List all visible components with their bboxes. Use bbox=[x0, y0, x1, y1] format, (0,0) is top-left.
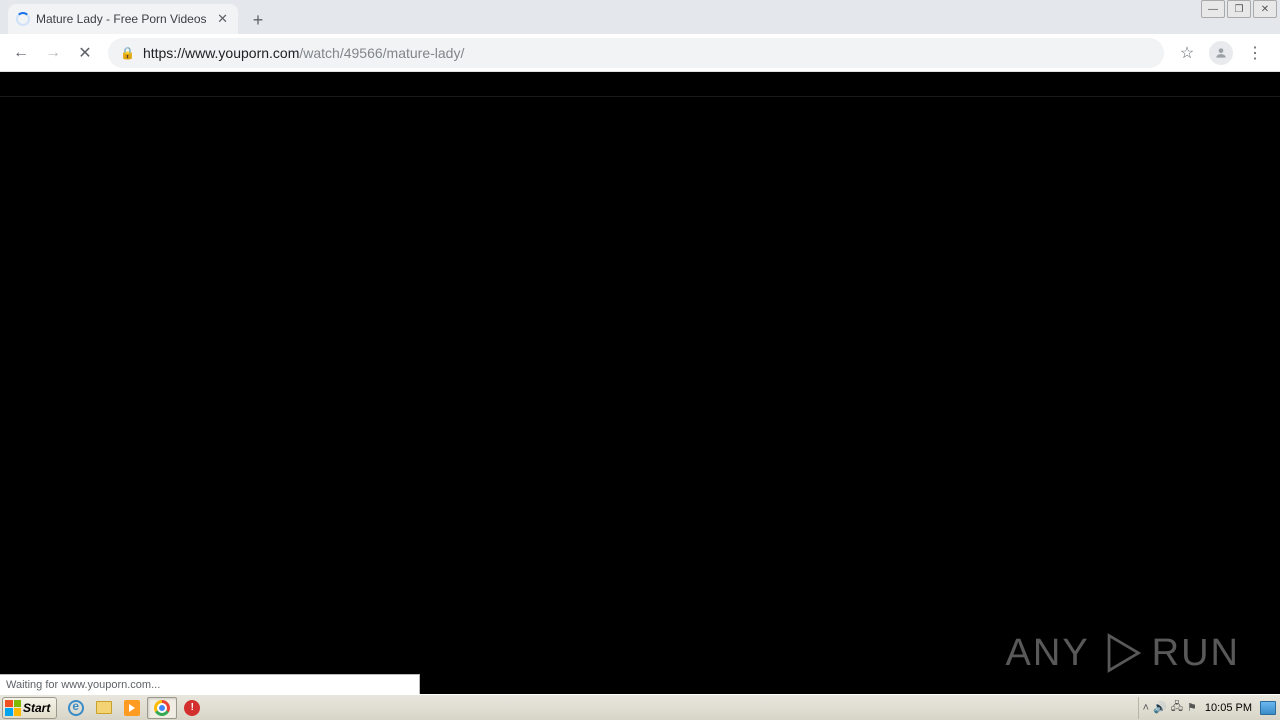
status-bar: Waiting for www.youporn.com... bbox=[0, 674, 420, 694]
red-app-task[interactable]: ! bbox=[179, 697, 205, 719]
page-top-bar bbox=[0, 72, 1280, 97]
browser-tab[interactable]: Mature Lady - Free Porn Videos - Yo ✕ bbox=[8, 4, 238, 34]
browser-window: — ❐ ✕ Mature Lady - Free Porn Videos - Y… bbox=[0, 0, 1280, 694]
play-outline-icon bbox=[1098, 630, 1144, 676]
page-content: ANY RUN Waiting for www.youporn.com... bbox=[0, 97, 1280, 694]
chrome-task[interactable] bbox=[147, 697, 177, 719]
minimize-button[interactable]: — bbox=[1201, 0, 1225, 18]
back-button[interactable]: ← bbox=[6, 38, 36, 68]
menu-button[interactable]: ⋮ bbox=[1240, 38, 1270, 68]
tab-close-button[interactable]: ✕ bbox=[215, 11, 230, 27]
chrome-icon bbox=[154, 700, 170, 716]
ie-icon bbox=[68, 700, 84, 716]
address-bar[interactable]: 🔒 https://www.youporn.com/watch/49566/ma… bbox=[108, 38, 1164, 68]
tab-strip: Mature Lady - Free Porn Videos - Yo ✕ + bbox=[0, 0, 1280, 34]
new-tab-button[interactable]: + bbox=[244, 6, 272, 34]
stop-reload-button[interactable]: ✕ bbox=[70, 38, 100, 68]
lock-icon: 🔒 bbox=[120, 46, 135, 60]
network-icon[interactable]: 🖧 bbox=[1171, 698, 1183, 717]
ie-shortcut[interactable] bbox=[63, 697, 89, 719]
windows-logo-icon bbox=[5, 700, 21, 716]
tray-expand-icon[interactable]: ˄ bbox=[1143, 702, 1149, 714]
watermark-right: RUN bbox=[1152, 632, 1240, 675]
window-controls: — ❐ ✕ bbox=[1201, 0, 1277, 18]
explorer-shortcut[interactable] bbox=[91, 697, 117, 719]
folder-icon bbox=[96, 701, 112, 714]
start-button[interactable]: Start bbox=[2, 697, 57, 719]
windows-taskbar: Start ! ˄ 🔊 🖧 ⚑ 10:05 PM bbox=[0, 694, 1280, 720]
taskbar-clock[interactable]: 10:05 PM bbox=[1201, 702, 1256, 714]
loading-spinner-icon bbox=[16, 12, 30, 26]
start-label: Start bbox=[23, 701, 50, 715]
url-host: https://www.youporn.com bbox=[143, 45, 299, 61]
browser-toolbar: ← → ✕ 🔒 https://www.youporn.com/watch/49… bbox=[0, 34, 1280, 72]
system-tray: ˄ 🔊 🖧 ⚑ 10:05 PM bbox=[1138, 697, 1280, 719]
quicklaunch: ! bbox=[63, 697, 205, 719]
close-window-button[interactable]: ✕ bbox=[1253, 0, 1277, 18]
tab-title: Mature Lady - Free Porn Videos - Yo bbox=[36, 12, 209, 26]
red-circle-icon: ! bbox=[184, 700, 200, 716]
show-desktop-button[interactable] bbox=[1260, 701, 1276, 715]
toolbar-right: ☆ ⋮ bbox=[1172, 38, 1274, 68]
watermark-left: ANY bbox=[1006, 632, 1090, 675]
forward-button[interactable]: → bbox=[38, 38, 68, 68]
profile-button[interactable] bbox=[1206, 38, 1236, 68]
maximize-button[interactable]: ❐ bbox=[1227, 0, 1251, 18]
avatar-icon bbox=[1209, 41, 1233, 65]
action-flag-icon[interactable]: ⚑ bbox=[1187, 701, 1197, 714]
volume-icon[interactable]: 🔊 bbox=[1153, 701, 1167, 714]
url-text: https://www.youporn.com/watch/49566/matu… bbox=[143, 45, 464, 61]
media-player-shortcut[interactable] bbox=[119, 697, 145, 719]
anyrun-watermark: ANY RUN bbox=[1006, 630, 1240, 676]
bookmark-star-icon[interactable]: ☆ bbox=[1172, 38, 1202, 68]
url-path: /watch/49566/mature-lady/ bbox=[299, 45, 464, 61]
media-player-icon bbox=[124, 700, 140, 716]
